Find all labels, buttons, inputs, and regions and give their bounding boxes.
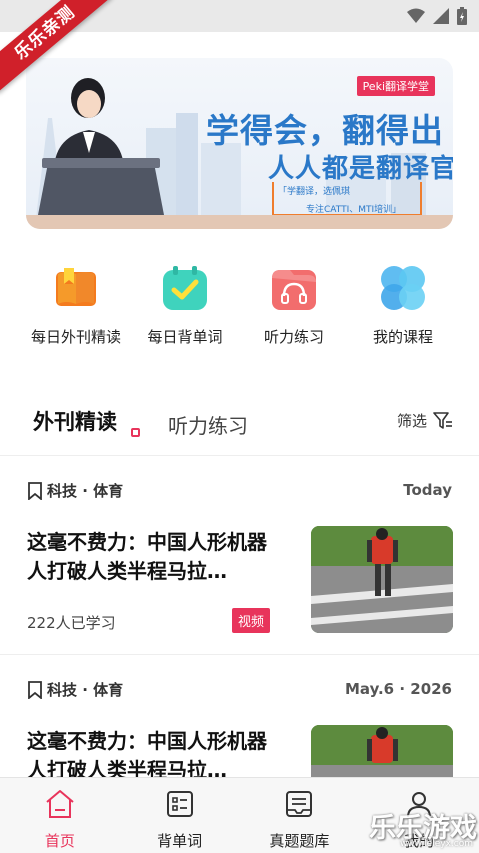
speaker-at-podium-illustration bbox=[38, 78, 164, 215]
quick-item-daily-reading[interactable]: 每日外刊精读 bbox=[22, 264, 130, 347]
banner-slogan-line1: 「学翻译，选佩琪 bbox=[278, 187, 351, 197]
article-tag-label: 科技 · 体育 bbox=[47, 681, 124, 699]
article-date: Today bbox=[403, 481, 452, 499]
article-tag: 科技 · 体育 bbox=[27, 480, 123, 501]
banner-brand-label: Peki翻译学堂 bbox=[356, 76, 435, 96]
nav-home[interactable]: 首页 bbox=[0, 778, 120, 853]
banner-slogan-line2: 专注CATTI、MTI培训」 bbox=[306, 205, 402, 215]
article-date: May.6 · 2026 bbox=[344, 680, 452, 698]
quick-item-my-courses[interactable]: 我的课程 bbox=[349, 264, 457, 347]
headphones-icon bbox=[270, 264, 318, 312]
quick-label-listening: 听力练习 bbox=[263, 328, 324, 346]
banner-subheadline: 人人都是翻译官 bbox=[268, 154, 453, 184]
nav-vocabulary[interactable]: 背单词 bbox=[120, 778, 240, 853]
article-card[interactable]: 科技 · 体育 May.6 · 2026 这毫不费力：中国人形机器人打破人类半程… bbox=[0, 655, 479, 832]
tab-listening[interactable]: 听力练习 bbox=[168, 410, 248, 439]
nav-label-home: 首页 bbox=[44, 832, 75, 850]
content-tabs: 外刊精读 听力练习 筛选 bbox=[0, 402, 479, 442]
calendar-check-icon bbox=[161, 264, 209, 312]
filter-label: 筛选 bbox=[396, 412, 427, 430]
robot-race-image bbox=[311, 526, 453, 633]
quick-label-daily-reading: 每日外刊精读 bbox=[30, 328, 121, 346]
book-icon bbox=[52, 264, 100, 312]
status-icons bbox=[407, 7, 467, 25]
question-bank-icon bbox=[286, 791, 313, 817]
article-tag: 科技 · 体育 bbox=[27, 679, 123, 700]
quick-menu: 每日外刊精读 每日背单词 听力练习 我的课程 bbox=[22, 264, 457, 347]
article-thumbnail[interactable] bbox=[311, 526, 453, 633]
home-icon bbox=[46, 790, 74, 818]
promo-banner[interactable]: Peki翻译学堂 学得会，翻得出 人人都是翻译官 「学翻译，选佩琪 专注CATT… bbox=[26, 58, 453, 229]
quick-label-my-courses: 我的课程 bbox=[372, 328, 433, 346]
article-title[interactable]: 这毫不费力：中国人形机器人打破人类半程马拉… bbox=[27, 528, 277, 586]
article-learner-count: 222人已学习 bbox=[27, 614, 116, 632]
article-card[interactable]: 科技 · 体育 Today 这毫不费力：中国人形机器人打破人类半程马拉… 222… bbox=[0, 456, 479, 654]
nav-label-vocabulary: 背单词 bbox=[157, 832, 203, 850]
site-watermark-url: www.leleyx.com bbox=[400, 839, 473, 849]
bookmark-icon bbox=[28, 680, 42, 699]
tab-foreign-reading[interactable]: 外刊精读 bbox=[33, 406, 117, 436]
nav-question-bank[interactable]: 真题题库 bbox=[240, 778, 360, 853]
quick-label-daily-words: 每日背单词 bbox=[147, 328, 223, 346]
banner-floor bbox=[26, 215, 453, 229]
nav-label-question-bank: 真题题库 bbox=[269, 832, 330, 850]
video-badge: 视频 bbox=[232, 608, 271, 633]
quick-item-daily-words[interactable]: 每日背单词 bbox=[131, 264, 239, 347]
bookmark-icon bbox=[28, 481, 42, 500]
active-tab-indicator bbox=[131, 428, 140, 437]
word-list-icon bbox=[166, 791, 193, 817]
filter-button[interactable]: 筛选 bbox=[397, 410, 453, 431]
battery-icon bbox=[457, 7, 467, 25]
banner-headline: 学得会，翻得出 bbox=[206, 111, 444, 150]
course-circles-icon bbox=[379, 264, 427, 312]
wifi-icon bbox=[407, 8, 425, 23]
article-tag-label: 科技 · 体育 bbox=[47, 482, 124, 500]
filter-icon bbox=[433, 411, 452, 429]
quick-item-listening[interactable]: 听力练习 bbox=[240, 264, 348, 347]
signal-icon bbox=[433, 8, 449, 24]
